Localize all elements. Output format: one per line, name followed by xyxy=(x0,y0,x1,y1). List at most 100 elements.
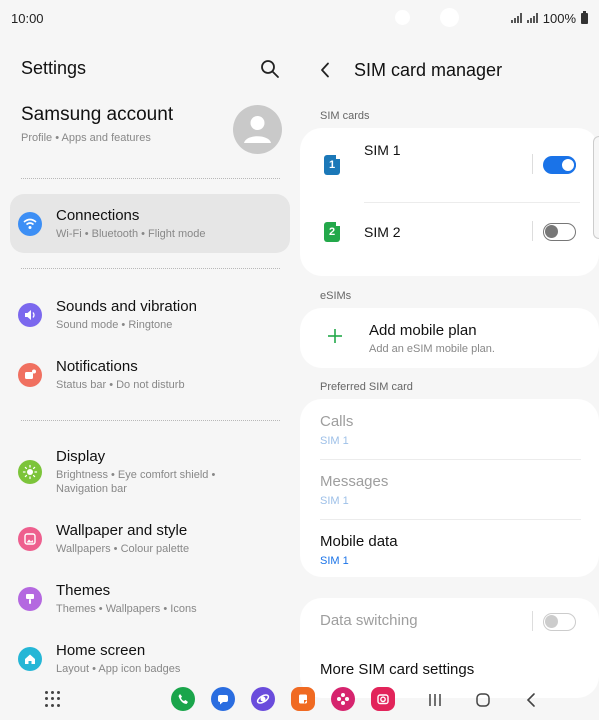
separator xyxy=(532,611,533,631)
status-time: 10:00 xyxy=(11,10,44,26)
preferred-mobile-data[interactable]: Mobile data SIM 1 xyxy=(300,519,599,579)
data-switching-toggle[interactable] xyxy=(543,613,576,631)
preferred-value: SIM 1 xyxy=(320,435,349,447)
menu-item-sub: Themes • Wallpapers • Icons xyxy=(56,602,197,615)
menu-item-wallpaper[interactable]: Wallpaper and style Wallpapers • Colour … xyxy=(10,509,290,568)
menu-item-sub: Wi-Fi • Bluetooth • Flight mode xyxy=(56,227,206,240)
menu-item-sounds[interactable]: Sounds and vibration Sound mode • Ringto… xyxy=(10,285,290,344)
messages-app-icon[interactable] xyxy=(211,687,235,711)
menu-item-text: Sounds and vibration Sound mode • Ringto… xyxy=(56,298,197,332)
preferred-messages[interactable]: Messages SIM 1 xyxy=(300,459,599,519)
preferred-calls[interactable]: Calls SIM 1 xyxy=(300,399,599,459)
divider xyxy=(21,420,280,421)
preferred-title: Mobile data xyxy=(320,533,398,550)
menu-item-themes[interactable]: Themes Themes • Wallpapers • Icons xyxy=(10,569,290,628)
battery-icon xyxy=(581,10,588,24)
notification-icon xyxy=(18,362,42,387)
menu-item-title: Connections xyxy=(56,206,140,224)
sim-1-toggle[interactable] xyxy=(543,156,576,174)
more-sim-settings-row[interactable]: More SIM card settings xyxy=(300,646,599,686)
settings-pane: Settings Samsung account Profile • Apps … xyxy=(0,36,300,681)
menu-item-sub: Status bar • Do not disturb xyxy=(56,378,185,391)
more-sim-settings-label: More SIM card settings xyxy=(320,661,475,678)
divider xyxy=(364,202,580,203)
menu-item-title: Themes xyxy=(56,581,111,599)
preferred-title: Calls xyxy=(320,413,354,430)
separator xyxy=(532,154,533,174)
data-switching-label: Data switching xyxy=(320,612,418,629)
menu-item-text: Display Brightness • Eye comfort shield … xyxy=(56,448,266,496)
camera-cutout xyxy=(395,10,410,25)
divider xyxy=(21,178,280,179)
menu-item-connections[interactable]: Connections Wi-Fi • Bluetooth • Flight m… xyxy=(10,194,290,253)
menu-item-text: Connections Wi-Fi • Bluetooth • Flight m… xyxy=(56,207,206,241)
menu-item-notifications[interactable]: Notifications Status bar • Do not distur… xyxy=(10,345,290,404)
divider xyxy=(21,268,280,269)
preferred-title: Messages xyxy=(320,473,389,490)
back-button-icon[interactable] xyxy=(520,689,542,711)
menu-item-title: Notifications xyxy=(56,357,138,375)
separator xyxy=(532,221,533,241)
sim-row-2[interactable]: 2 SIM 2 xyxy=(300,204,599,276)
sim-card-manager-pane: SIM card manager SIM cards 1 SIM 1 2 SIM… xyxy=(300,36,599,698)
sim-name: SIM 2 xyxy=(364,224,401,240)
signal-icon xyxy=(526,13,538,23)
preferred-value: SIM 1 xyxy=(320,555,349,567)
menu-item-text: Wallpaper and style Wallpapers • Colour … xyxy=(56,522,189,556)
recent-apps-icon[interactable] xyxy=(424,689,446,711)
menu-item-text: Home screen Layout • App icon badges xyxy=(56,642,180,676)
battery-percent: 100% xyxy=(542,10,576,26)
menu-item-text: Themes Themes • Wallpapers • Icons xyxy=(56,582,197,616)
speaker-icon xyxy=(18,302,42,327)
image-icon xyxy=(18,526,42,551)
home-icon xyxy=(18,646,42,671)
menu-item-sub: Sound mode • Ringtone xyxy=(56,318,173,331)
settings-header: Settings xyxy=(21,58,291,82)
plus-icon xyxy=(327,328,343,349)
sim-2-icon: 2 xyxy=(324,222,340,242)
menu-item-sub: Brightness • Eye comfort shield • Naviga… xyxy=(56,469,216,495)
brush-icon xyxy=(18,586,42,611)
wifi-icon xyxy=(18,211,42,236)
signal-icon xyxy=(510,13,522,23)
sim-name: SIM 1 xyxy=(364,142,401,158)
menu-item-sub: Wallpapers • Colour palette xyxy=(56,542,190,555)
menu-item-text: Notifications Status bar • Do not distur… xyxy=(56,358,185,392)
camera-app-icon[interactable] xyxy=(371,687,395,711)
menu-item-home-screen[interactable]: Home screen Layout • App icon badges xyxy=(10,629,290,688)
sim-2-toggle[interactable] xyxy=(543,223,576,241)
page-title: SIM card manager xyxy=(354,59,503,80)
home-button-icon[interactable] xyxy=(472,689,494,711)
search-icon[interactable] xyxy=(259,58,281,80)
status-bar: 10:00 100% xyxy=(0,0,599,36)
avatar xyxy=(233,105,282,154)
add-mobile-plan-sub: Add an eSIM mobile plan. xyxy=(369,343,495,355)
menu-item-title: Wallpaper and style xyxy=(56,521,188,539)
gallery-app-icon[interactable] xyxy=(331,687,355,711)
scroll-handle[interactable] xyxy=(593,136,599,239)
menu-item-title: Display xyxy=(56,448,106,465)
add-mobile-plan-title: Add mobile plan xyxy=(369,322,477,339)
preferred-sim-card: Calls SIM 1 Messages SIM 1 Mobile data S… xyxy=(300,399,599,577)
sun-icon xyxy=(18,460,42,484)
add-mobile-plan-card[interactable]: Add mobile plan Add an eSIM mobile plan. xyxy=(300,308,599,368)
sim-row-1[interactable]: 1 SIM 1 xyxy=(300,128,599,200)
data-switching-row[interactable]: Data switching xyxy=(300,598,599,644)
phone-app-icon[interactable] xyxy=(171,687,195,711)
notes-app-icon[interactable] xyxy=(291,687,315,711)
apps-grid-icon[interactable] xyxy=(45,691,61,707)
preferred-value: SIM 1 xyxy=(320,495,349,507)
menu-item-title: Home screen xyxy=(56,641,146,659)
menu-item-sub: Layout • App icon badges xyxy=(56,662,181,675)
menu-item-display[interactable]: Display Brightness • Eye comfort shield … xyxy=(10,442,290,502)
samsung-account[interactable]: Samsung account Profile • Apps and featu… xyxy=(21,104,286,156)
section-label-sim-cards: SIM cards xyxy=(320,110,370,122)
internet-app-icon[interactable] xyxy=(251,687,275,711)
camera-cutout-2 xyxy=(440,8,459,27)
section-label-preferred: Preferred SIM card xyxy=(320,381,413,393)
navigation-bar xyxy=(0,681,599,720)
back-arrow-icon[interactable] xyxy=(320,60,336,80)
section-label-esims: eSIMs xyxy=(320,290,352,302)
page-title: Settings xyxy=(21,58,87,78)
status-indicators: 100% xyxy=(510,10,588,26)
